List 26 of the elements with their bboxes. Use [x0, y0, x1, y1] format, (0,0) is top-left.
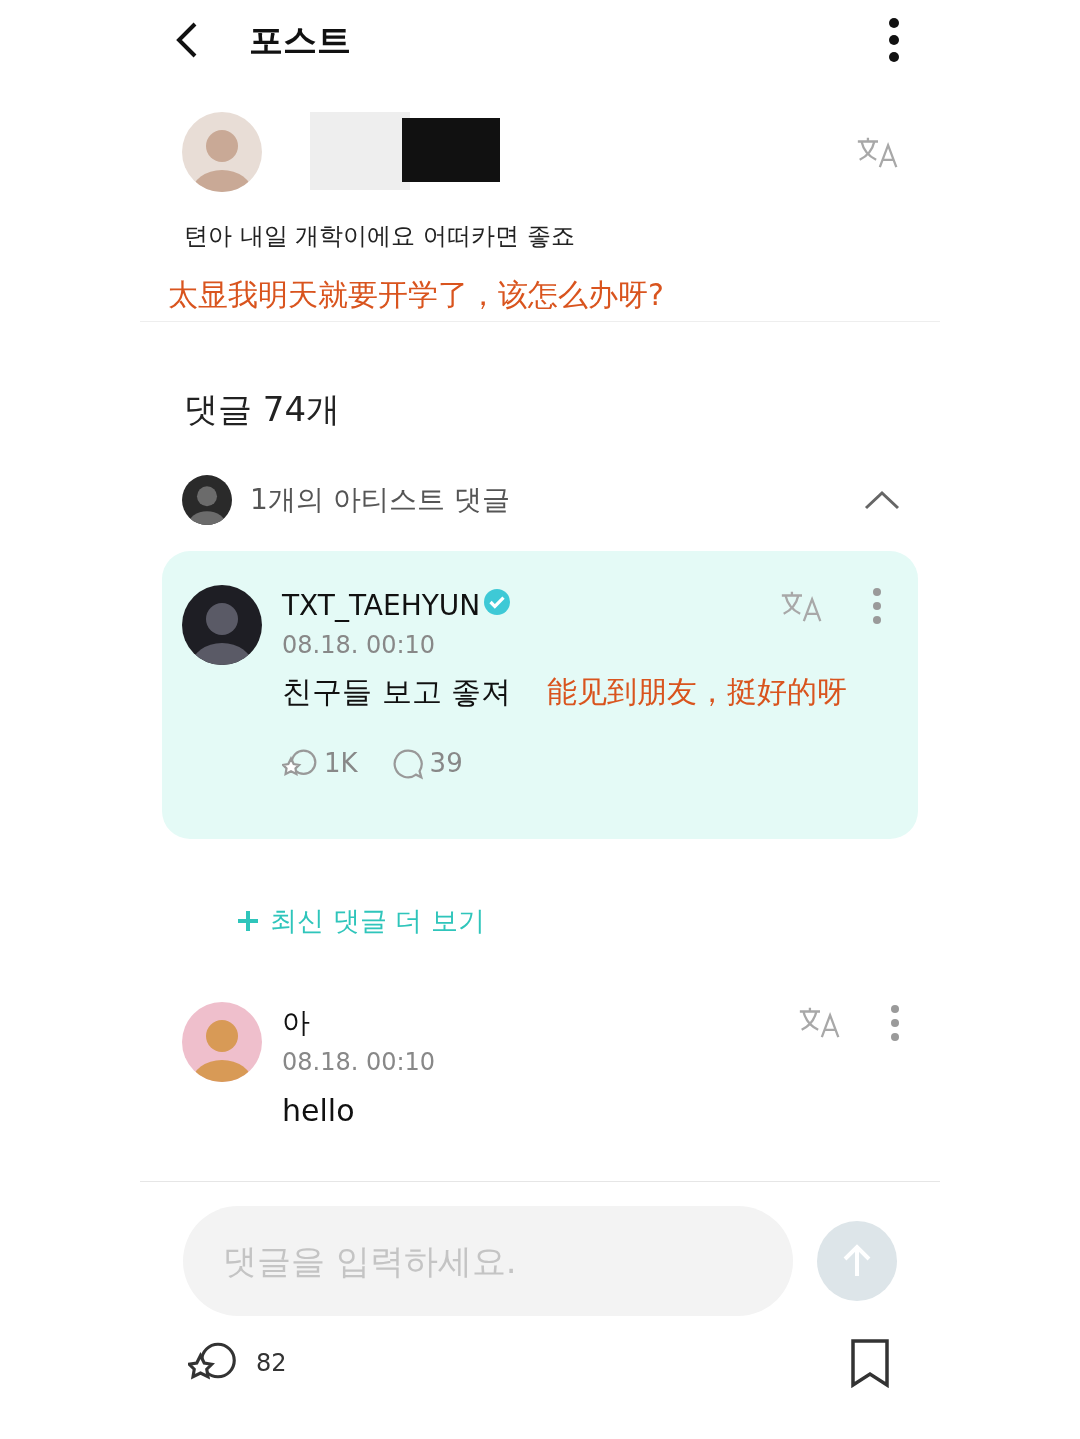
- translate-icon[interactable]: [780, 589, 824, 623]
- bookmark-icon[interactable]: [850, 1337, 890, 1388]
- artist-comments-label[interactable]: 1개의 아티스트 댓글: [250, 479, 510, 521]
- author-name[interactable]: 아: [282, 1001, 310, 1044]
- comments-title: 댓글 74개: [184, 388, 342, 431]
- back-icon[interactable]: [175, 20, 199, 60]
- annotation-text: 太显我明天就要开学了，该怎么办呀?: [168, 276, 665, 314]
- comment-text: hello: [282, 1091, 356, 1130]
- more-icon[interactable]: [888, 18, 900, 62]
- like-count: 1K: [324, 747, 358, 780]
- page-title: 포스트: [249, 18, 351, 62]
- annotation-text: 能见到朋友，挺好的呀: [547, 673, 848, 711]
- reply-count: 39: [429, 747, 463, 780]
- author-name[interactable]: TXT_TAEHYUN: [282, 585, 481, 627]
- post-text: 텬아 내일 개학이에요 어떠카면 좋죠: [184, 221, 576, 252]
- plus-icon: [236, 909, 260, 934]
- avatar: [182, 475, 232, 525]
- translate-icon[interactable]: [798, 1006, 842, 1039]
- translate-icon[interactable]: [856, 135, 900, 169]
- reply-icon[interactable]: [391, 747, 424, 780]
- comment-text: 친구들 보고 좋져: [282, 673, 512, 711]
- collapse-icon[interactable]: [864, 490, 900, 510]
- comment-date: 08.18. 00:10: [282, 630, 437, 661]
- like-count: 82: [256, 1347, 287, 1379]
- comment-date: 08.18. 00:10: [282, 1046, 437, 1078]
- arrow-up-icon: [842, 1243, 872, 1278]
